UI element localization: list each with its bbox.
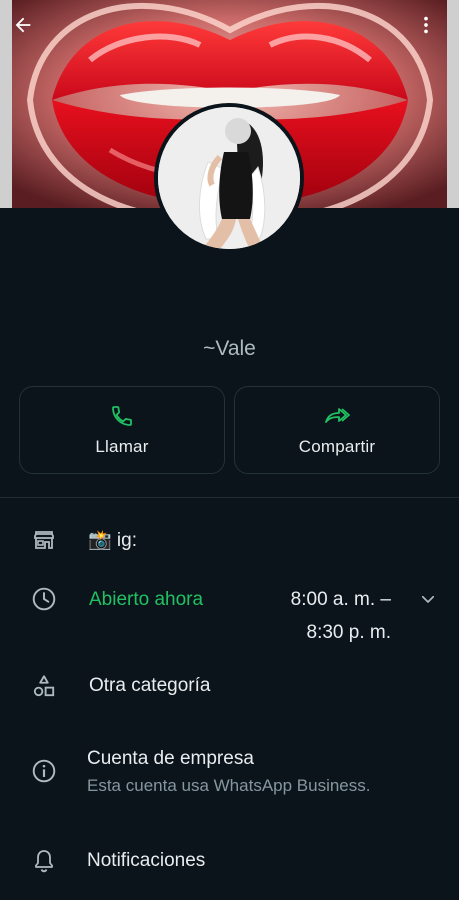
profile-avatar[interactable] — [154, 103, 304, 253]
avatar-photo — [158, 107, 300, 249]
notifications-item[interactable]: Notificaciones — [87, 850, 205, 872]
contact-name: ~Vale — [203, 337, 256, 360]
call-button[interactable]: Llamar — [19, 386, 225, 474]
section-divider — [0, 497, 459, 498]
phone-icon — [110, 403, 134, 429]
forward-icon — [324, 403, 350, 429]
chevron-down-icon — [421, 595, 435, 603]
business-account-title[interactable]: Cuenta de empresa — [87, 748, 254, 770]
share-button-label: Compartir — [298, 437, 376, 456]
expand-hours-button[interactable] — [415, 586, 441, 612]
more-options-button[interactable] — [415, 14, 451, 50]
bell-icon — [30, 847, 58, 875]
hours-range-start: 8:00 a. m. – — [290, 589, 391, 610]
store-icon — [30, 526, 58, 554]
hours-range-end: 8:30 p. m. — [306, 622, 392, 643]
back-button[interactable] — [12, 14, 48, 50]
business-account-subtitle: Esta cuenta usa WhatsApp Business. — [87, 776, 371, 795]
info-icon — [30, 757, 58, 785]
more-vertical-icon — [424, 16, 428, 34]
business-description: 📸 ig: — [88, 530, 138, 551]
arrow-left-icon — [15, 17, 31, 33]
share-button[interactable]: Compartir — [234, 386, 440, 474]
clock-icon — [30, 585, 58, 613]
open-status: Abierto ahora — [89, 589, 204, 610]
call-button-label: Llamar — [95, 437, 149, 456]
business-category: Otra categoría — [89, 675, 211, 696]
shapes-icon — [30, 672, 58, 700]
